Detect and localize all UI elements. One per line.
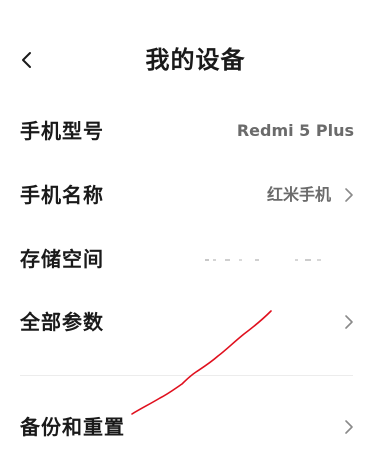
page-title: 我的设备 [145,46,246,74]
chevron-right-icon [345,315,353,329]
storage-label: 存储空间 [20,247,104,271]
device-name-row[interactable]: 手机名称 红米手机 [0,175,391,215]
backup-reset-label: 备份和重置 [20,415,125,439]
device-name-label: 手机名称 [20,183,104,207]
device-model-value: Redmi 5 Plus [236,121,354,140]
storage-value-placeholder [205,259,321,261]
all-specs-row[interactable]: 全部参数 [0,302,391,342]
all-specs-label: 全部参数 [20,310,104,334]
storage-row[interactable]: 存储空间 [0,239,391,279]
chevron-right-icon [345,420,353,434]
header-bar: 我的设备 [0,0,391,120]
device-name-value: 红米手机 [266,185,331,204]
device-model-row: 手机型号 Redmi 5 Plus [0,111,391,151]
backup-reset-row[interactable]: 备份和重置 [0,407,391,447]
section-divider [20,375,353,376]
device-model-label: 手机型号 [20,119,104,143]
chevron-right-icon [345,188,353,202]
